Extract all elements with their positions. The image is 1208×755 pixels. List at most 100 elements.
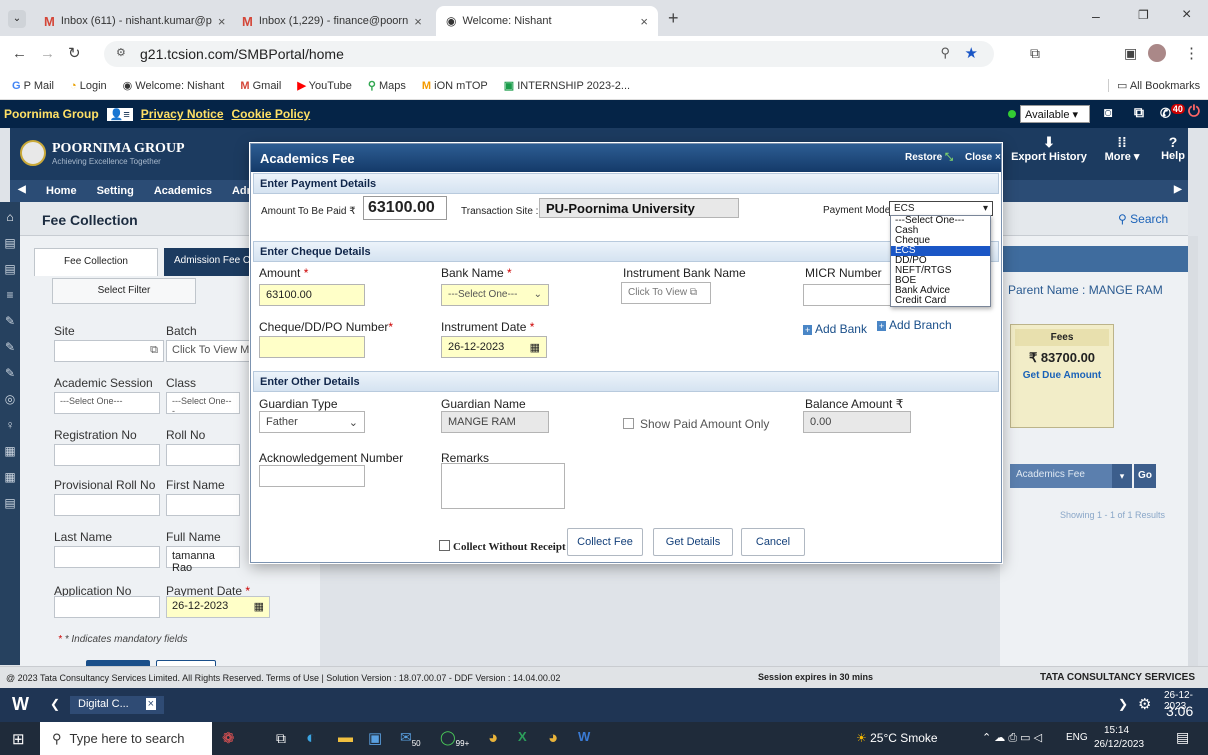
profile-avatar[interactable] xyxy=(1148,44,1166,62)
digital-c-tab[interactable]: Digital C... × xyxy=(70,696,164,714)
sidepanel-icon[interactable]: ▣ xyxy=(1124,45,1137,62)
word-icon[interactable]: W xyxy=(578,729,590,744)
remarks-textarea[interactable] xyxy=(441,463,565,509)
provisional-roll-input[interactable] xyxy=(54,494,160,516)
class-select[interactable]: ---Select One--- xyxy=(166,392,240,416)
last-name-input[interactable] xyxy=(54,546,160,568)
close-button[interactable]: Close × xyxy=(965,152,1001,163)
export-history-button[interactable]: ⬇ Export History xyxy=(1006,134,1092,163)
nav-setting[interactable]: Setting xyxy=(97,185,134,197)
restore-button[interactable]: Restore ⤡ xyxy=(905,152,953,163)
settings-icon[interactable]: ⚙ xyxy=(1138,695,1151,713)
bookmark-pmail[interactable]: G P Mail xyxy=(12,80,54,92)
location-icon[interactable]: ⚲ xyxy=(940,45,950,61)
camera-icon[interactable]: ◙ xyxy=(1104,104,1112,120)
show-paid-checkbox[interactable]: Show Paid Amount Only xyxy=(623,417,769,431)
instrument-bank-input[interactable]: Click To View ⧉ xyxy=(621,282,711,304)
home-icon[interactable]: ⌂ xyxy=(0,210,20,224)
bookmark-internship[interactable]: ▣ INTERNSHIP 2023-2... xyxy=(504,79,630,92)
bookmark-welcome[interactable]: ◉ Welcome: Nishant xyxy=(123,79,225,92)
sidebar-icon-5[interactable]: ✎ xyxy=(0,340,20,354)
full-name-input[interactable]: tamanna Rao xyxy=(166,546,240,574)
sidebar-icon-2[interactable]: ▤ xyxy=(0,262,20,276)
tab-fee-collection[interactable]: Fee Collection xyxy=(34,248,158,276)
calendar-icon[interactable]: ▦ xyxy=(530,341,540,354)
close-icon[interactable]: × xyxy=(414,14,422,29)
roll-no-input[interactable] xyxy=(166,444,240,466)
privacy-link[interactable]: Privacy Notice xyxy=(141,107,224,121)
select-filter-button[interactable]: Select Filter xyxy=(52,278,196,304)
user-card-icon[interactable]: 👤≡ xyxy=(106,107,133,121)
sidebar-icon-11[interactable]: ▤ xyxy=(0,496,20,510)
restore-icon[interactable]: ❐ xyxy=(1138,8,1149,22)
bookmark-youtube[interactable]: ▶ YouTube xyxy=(297,79,352,92)
get-due-amount-link[interactable]: Get Due Amount xyxy=(1011,370,1113,381)
more-button[interactable]: ⁞⁞ More ▾ xyxy=(1100,134,1144,163)
tab-inbox-2[interactable]: M Inbox (1,229) - finance@poorn × xyxy=(232,6,428,36)
sidebar-icon-6[interactable]: ✎ xyxy=(0,366,20,380)
ack-number-input[interactable] xyxy=(259,465,365,487)
sidebar-icon-4[interactable]: ✎ xyxy=(0,314,20,328)
taskbar-search-input[interactable]: ⚲ Type here to search xyxy=(40,722,212,755)
bookmark-ion[interactable]: M iON mTOP xyxy=(422,80,488,92)
add-branch-button[interactable]: + Add Branch xyxy=(877,318,952,332)
notifications-icon[interactable]: ▤ xyxy=(1176,729,1189,746)
academic-session-select[interactable]: ---Select One--- xyxy=(54,392,160,414)
bookmark-login[interactable]: ◔ Login xyxy=(70,80,107,92)
store-icon[interactable]: ▣ xyxy=(368,729,382,747)
close-icon[interactable]: × xyxy=(145,698,156,710)
whatsapp-icon[interactable]: ◯99+ xyxy=(440,729,469,748)
tab-inbox-1[interactable]: M Inbox (611) - nishant.kumar@p × xyxy=(34,6,230,36)
window-icon[interactable]: ⧉ xyxy=(1134,104,1144,121)
tab-search-icon[interactable]: ⌄ xyxy=(8,10,26,28)
language-indicator[interactable]: ENG xyxy=(1066,732,1088,743)
forward-arrow-icon[interactable]: ❯ xyxy=(1118,697,1128,711)
w-logo-icon[interactable]: W xyxy=(12,694,29,715)
windows-start-icon[interactable]: ⊞ xyxy=(12,730,25,748)
bookmark-maps[interactable]: ⚲ Maps xyxy=(368,79,406,92)
calendar-icon[interactable]: ▦ xyxy=(254,600,264,613)
excel-icon[interactable]: X xyxy=(518,729,527,744)
mail-app-icon[interactable]: ✉50 xyxy=(400,729,421,748)
forward-icon[interactable]: → xyxy=(40,45,55,62)
sidebar-icon-3[interactable]: ≡ xyxy=(0,288,20,302)
star-icon[interactable]: ★ xyxy=(965,44,978,62)
close-icon[interactable]: × xyxy=(640,14,648,29)
task-view-icon[interactable]: ⧉ xyxy=(276,730,286,747)
back-icon[interactable]: ← xyxy=(12,45,27,62)
payment-date-input[interactable]: 26-12-2023 ▦ xyxy=(166,596,270,618)
add-bank-button[interactable]: + Add Bank xyxy=(803,322,867,336)
get-details-button[interactable]: Get Details xyxy=(653,528,733,556)
news-widget-icon[interactable]: ❁ xyxy=(222,729,235,747)
minimize-icon[interactable]: – xyxy=(1092,8,1100,24)
edge-icon[interactable]: ◐ xyxy=(306,728,316,748)
sidebar-icon-1[interactable]: ▤ xyxy=(0,236,20,250)
instrument-date-input[interactable]: 26-12-2023 ▦ xyxy=(441,336,547,358)
nav-right-arrow[interactable]: ▶ xyxy=(1174,184,1182,195)
cheque-no-input[interactable] xyxy=(259,336,365,358)
registration-no-input[interactable] xyxy=(54,444,160,466)
all-bookmarks[interactable]: ▭ All Bookmarks xyxy=(1108,79,1200,92)
cancel-button[interactable]: Cancel xyxy=(741,528,805,556)
close-icon[interactable]: × xyxy=(218,14,226,29)
nav-home[interactable]: Home xyxy=(46,185,77,197)
search-button[interactable]: ⚲ Search xyxy=(1118,212,1168,226)
reload-icon[interactable]: ↻ xyxy=(68,44,81,62)
payment-mode-dropdown[interactable]: ---Select One--- Cash Cheque ECS DD/PO N… xyxy=(890,215,991,307)
go-button[interactable]: Go xyxy=(1134,464,1156,488)
nav-left-arrow[interactable]: ◀ xyxy=(18,184,26,195)
bookmark-gmail[interactable]: M Gmail xyxy=(240,80,281,92)
fee-type-select[interactable]: Academics Fee xyxy=(1010,464,1120,488)
cookie-link[interactable]: Cookie Policy xyxy=(232,107,311,121)
sidebar-icon-8[interactable]: ♀ xyxy=(0,418,20,432)
extensions-icon[interactable]: ⧉ xyxy=(1030,45,1040,62)
scrollbar[interactable] xyxy=(1188,236,1198,666)
new-tab-button[interactable]: + xyxy=(668,8,679,29)
nav-academics[interactable]: Academics xyxy=(154,185,212,197)
payment-option[interactable]: Credit Card xyxy=(891,296,990,306)
file-explorer-icon[interactable]: ▬ xyxy=(338,729,353,746)
sidebar-icon-9[interactable]: ▦ xyxy=(0,444,20,458)
first-name-input[interactable] xyxy=(166,494,240,516)
url-input[interactable]: ⚙ g21.tcsion.com/SMBPortal/home ⚲ ★ xyxy=(104,41,994,67)
sidebar-icon-7[interactable]: ◎ xyxy=(0,392,20,406)
